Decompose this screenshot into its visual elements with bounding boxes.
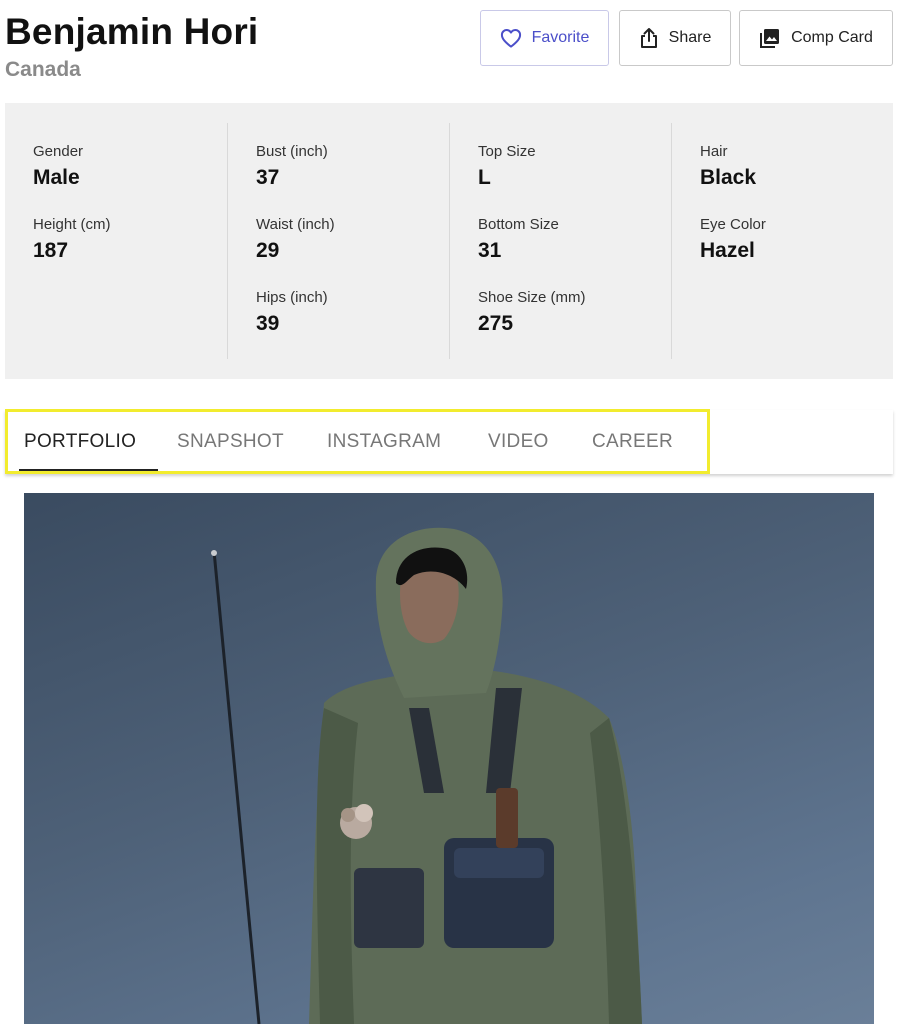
- model-country: Canada: [5, 58, 81, 81]
- stat-shoe-size: Shoe Size (mm) 275: [478, 289, 586, 337]
- stat-bust: Bust (inch) 37: [256, 143, 328, 191]
- measurements-panel: Gender Male Height (cm) 187 Bust (inch) …: [5, 103, 893, 379]
- stat-label: Bottom Size: [478, 216, 559, 233]
- stat-bottom-size: Bottom Size 31: [478, 216, 559, 264]
- stat-eye-color: Eye Color Hazel: [700, 216, 766, 264]
- favorite-label: Favorite: [531, 29, 590, 46]
- stat-hair: Hair Black: [700, 143, 756, 191]
- stat-top-size: Top Size L: [478, 143, 536, 191]
- portfolio-photo[interactable]: [24, 493, 874, 1024]
- share-label: Share: [668, 29, 712, 46]
- tab-instagram[interactable]: INSTAGRAM: [327, 410, 441, 474]
- tab-portfolio[interactable]: PORTFOLIO: [24, 410, 136, 474]
- stat-value: 39: [256, 312, 280, 335]
- tab-snapshot[interactable]: SNAPSHOT: [177, 410, 284, 474]
- measurements-column-2: Bust (inch) 37 Waist (inch) 29 Hips (inc…: [227, 123, 450, 359]
- portfolio-photo-graphic: [211, 527, 642, 1024]
- measurements-column-4: Hair Black Eye Color Hazel: [671, 123, 894, 359]
- stat-value: Black: [700, 166, 757, 189]
- heart-icon: [500, 28, 522, 48]
- stat-label: Waist (inch): [256, 216, 335, 233]
- stat-label: Shoe Size (mm): [478, 289, 586, 306]
- stat-height: Height (cm) 187: [33, 216, 111, 264]
- stat-hips: Hips (inch) 39: [256, 289, 328, 337]
- active-tab-indicator: [19, 469, 158, 472]
- model-name: Benjamin Hori: [5, 11, 259, 52]
- favorite-button[interactable]: Favorite: [480, 10, 609, 66]
- stat-value: 29: [256, 239, 280, 262]
- stat-value: Male: [33, 166, 80, 189]
- stat-value: 37: [256, 166, 280, 189]
- measurements-column-3: Top Size L Bottom Size 31 Shoe Size (mm)…: [449, 123, 672, 359]
- stat-label: Hair: [700, 143, 728, 160]
- stat-value: L: [478, 166, 491, 189]
- stat-waist: Waist (inch) 29: [256, 216, 335, 264]
- comp-card-button[interactable]: Comp Card: [739, 10, 893, 66]
- tab-video[interactable]: VIDEO: [488, 410, 549, 474]
- stat-label: Bust (inch): [256, 143, 328, 160]
- stat-label: Gender: [33, 143, 84, 160]
- stat-label: Top Size: [478, 143, 536, 160]
- share-button[interactable]: Share: [619, 10, 731, 66]
- stat-value: 31: [478, 239, 502, 262]
- stat-value: 275: [478, 312, 514, 335]
- stat-label: Height (cm): [33, 216, 111, 233]
- stat-value: Hazel: [700, 239, 755, 262]
- share-icon: [639, 27, 659, 49]
- stat-label: Hips (inch): [256, 289, 328, 306]
- measurements-column-1: Gender Male Height (cm) 187: [5, 123, 227, 359]
- stat-label: Eye Color: [700, 216, 766, 233]
- stat-value: 187: [33, 239, 69, 262]
- image-gallery-icon: [759, 27, 781, 49]
- stat-gender: Gender Male: [33, 143, 83, 191]
- tab-career[interactable]: CAREER: [592, 410, 673, 474]
- comp-card-label: Comp Card: [791, 29, 873, 46]
- profile-tabs: PORTFOLIO SNAPSHOT INSTAGRAM VIDEO CAREE…: [5, 410, 893, 474]
